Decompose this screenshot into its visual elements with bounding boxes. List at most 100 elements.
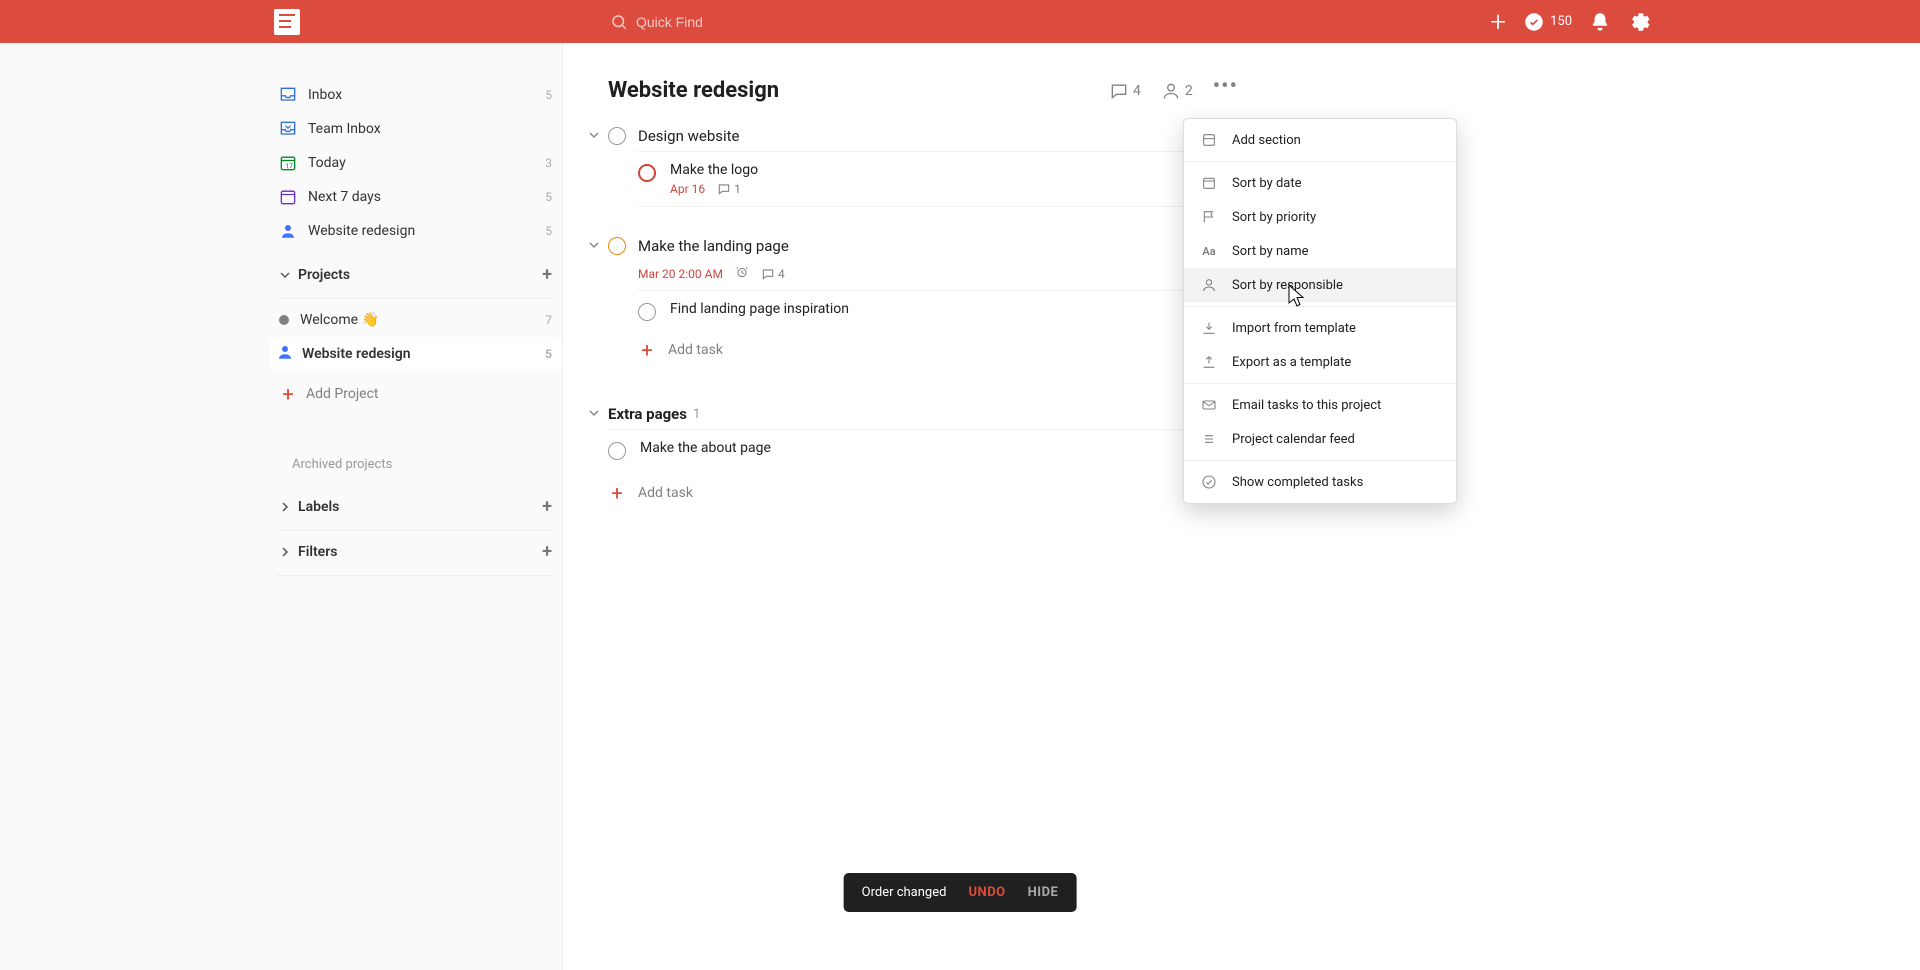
add-task-label: Add task <box>668 342 723 358</box>
project-comments-button[interactable]: 4 <box>1109 81 1141 101</box>
section-title-label: Make the landing page <box>638 237 789 255</box>
sidebar-item-label: Inbox <box>308 87 342 103</box>
settings-icon[interactable] <box>1628 11 1650 33</box>
menu-sort-date[interactable]: Sort by date <box>1184 166 1456 200</box>
menu-label: Sort by priority <box>1232 210 1316 225</box>
flag-icon <box>1198 209 1220 225</box>
sidebar-item-shared-project[interactable]: Website redesign 5 <box>270 214 562 248</box>
add-project-icon[interactable]: + <box>542 266 552 284</box>
task-due-date: Apr 16 <box>670 182 705 196</box>
sidebar-item-count: 5 <box>545 224 552 238</box>
search-input[interactable] <box>636 14 836 30</box>
task-checkbox[interactable] <box>608 237 626 255</box>
notifications-icon[interactable] <box>1590 11 1610 33</box>
sidebar-item-label: Next 7 days <box>308 189 381 205</box>
menu-sort-responsible[interactable]: Sort by responsible <box>1184 268 1456 302</box>
sidebar-project-redesign[interactable]: Website redesign 5 <box>270 337 562 371</box>
sidebar-item-count: 5 <box>545 190 552 204</box>
toast: Order changed UNDO HIDE <box>844 873 1077 912</box>
import-icon <box>1198 320 1220 336</box>
sidebar-item-next7[interactable]: Next 7 days 5 <box>270 180 562 214</box>
calendar-icon <box>276 185 300 209</box>
menu-icon <box>274 9 300 35</box>
add-project-button[interactable]: + Add Project <box>270 377 562 411</box>
add-filter-icon[interactable]: + <box>542 543 552 561</box>
project-more-button[interactable]: ••• <box>1213 83 1238 98</box>
sidebar-section-projects[interactable]: Projects + <box>270 258 562 292</box>
labels-header-label: Labels <box>298 499 339 515</box>
comment-icon <box>1109 81 1129 101</box>
person-icon <box>276 219 300 243</box>
task-row[interactable]: Find landing page inspiration <box>638 290 1238 331</box>
task-comments[interactable]: 4 <box>761 267 785 281</box>
menu-separator <box>1184 306 1456 307</box>
sidebar-item-team-inbox[interactable]: Team Inbox <box>270 112 562 146</box>
plus-icon: + <box>638 341 656 359</box>
task-title: Make the logo <box>670 162 1238 178</box>
sidebar-project-welcome[interactable]: Welcome 👋 7 <box>270 303 562 337</box>
menu-label: Sort by responsible <box>1232 278 1343 293</box>
section-header-design[interactable]: Design website <box>608 121 1238 151</box>
chevron-down-icon <box>586 406 602 422</box>
plus-icon: + <box>608 484 626 502</box>
inbox-icon <box>276 83 300 107</box>
task-comment-count: 1 <box>734 182 741 196</box>
add-label-icon[interactable]: + <box>542 498 552 516</box>
chevron-down-icon <box>586 238 602 254</box>
add-task-button[interactable]: + Add task <box>608 484 1238 502</box>
menu-import-template[interactable]: Import from template <box>1184 311 1456 345</box>
project-bullet-icon <box>279 315 289 325</box>
section-header-extra[interactable]: Extra pages 1 <box>608 399 1238 429</box>
menu-add-section[interactable]: Add section <box>1184 123 1456 157</box>
quick-add-button[interactable]: + <box>1490 8 1506 36</box>
main-content: Website redesign 4 2 ••• Design <box>563 43 1920 970</box>
divider <box>276 575 552 576</box>
sidebar-section-labels[interactable]: Labels + <box>270 490 562 524</box>
add-task-button[interactable]: + Add task <box>638 341 1238 359</box>
export-icon <box>1198 354 1220 370</box>
sidebar-item-today[interactable]: 17 Today 3 <box>270 146 562 180</box>
task-comment-count: 4 <box>778 267 785 281</box>
add-project-label: Add Project <box>306 386 379 402</box>
task-checkbox[interactable] <box>608 127 626 145</box>
project-actions-menu: Add section Sort by date Sort by priorit… <box>1183 118 1457 504</box>
task-checkbox[interactable] <box>608 442 626 460</box>
plus-icon: + <box>276 382 300 406</box>
toast-undo-button[interactable]: UNDO <box>968 885 1005 900</box>
menu-label: Sort by name <box>1232 244 1308 259</box>
svg-text:17: 17 <box>286 162 294 170</box>
menu-sort-name[interactable]: Aa Sort by name <box>1184 234 1456 268</box>
task-checkbox[interactable] <box>638 164 656 182</box>
section-task-count: 1 <box>693 407 700 422</box>
menu-show-completed[interactable]: Show completed tasks <box>1184 465 1456 499</box>
archived-projects-link[interactable]: Archived projects <box>270 457 562 472</box>
project-count: 7 <box>545 313 552 327</box>
menu-export-template[interactable]: Export as a template <box>1184 345 1456 379</box>
menu-sort-priority[interactable]: Sort by priority <box>1184 200 1456 234</box>
divider <box>276 298 552 299</box>
menu-calendar-feed[interactable]: Project calendar feed <box>1184 422 1456 456</box>
task-row[interactable]: Make the about page <box>608 429 1238 474</box>
sidebar-item-inbox[interactable]: Inbox 5 <box>270 78 562 112</box>
archived-label: Archived projects <box>292 457 392 472</box>
section-title-label: Design website <box>638 127 740 145</box>
karma-indicator[interactable]: 150 <box>1524 12 1572 32</box>
comment-icon <box>717 182 731 196</box>
menu-email-tasks[interactable]: Email tasks to this project <box>1184 388 1456 422</box>
project-people-button[interactable]: 2 <box>1161 81 1193 101</box>
task-comments[interactable]: 1 <box>717 182 741 196</box>
people-count: 2 <box>1185 83 1193 99</box>
projects-header-label: Projects <box>298 267 350 283</box>
search-box[interactable] <box>604 7 864 37</box>
home-button[interactable] <box>270 5 304 39</box>
task-row[interactable]: Make the logo Apr 16 1 <box>638 151 1238 207</box>
toast-hide-button[interactable]: HIDE <box>1028 885 1059 900</box>
sidebar-section-filters[interactable]: Filters + <box>270 535 562 569</box>
task-due-date: Mar 20 2:00 AM <box>638 267 723 281</box>
karma-icon <box>1524 12 1544 32</box>
menu-label: Add section <box>1232 133 1301 148</box>
comment-icon <box>761 267 775 281</box>
project-label: Website redesign <box>302 346 411 362</box>
section-header-landing[interactable]: Make the landing page <box>608 231 1238 261</box>
task-checkbox[interactable] <box>638 303 656 321</box>
